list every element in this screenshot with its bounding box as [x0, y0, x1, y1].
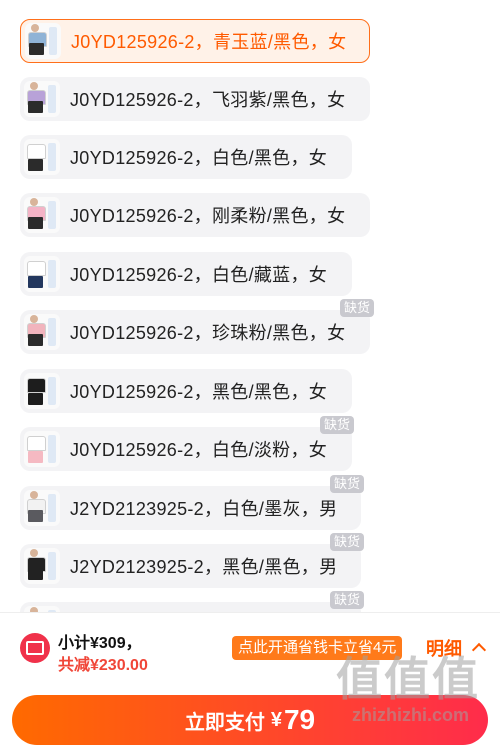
sku-option-label: J2YD2123925-2，黑色/黑色，男	[70, 557, 338, 577]
product-thumbnail	[24, 373, 60, 409]
out-of-stock-badge: 缺货	[330, 591, 365, 609]
product-thumbnail	[24, 197, 60, 233]
sku-option[interactable]: J2YD2123925-2，黑色/黑色，男	[20, 544, 361, 588]
out-of-stock-badge: 缺货	[340, 299, 375, 317]
sku-option[interactable]	[20, 602, 361, 612]
sku-option[interactable]: J0YD125926-2，青玉蓝/黑色，女	[20, 19, 370, 63]
sku-option-label: J0YD125926-2，珍珠粉/黑色，女	[70, 323, 346, 343]
pay-amount: 79	[283, 704, 316, 735]
checkout-footer: 小计¥309， 共减¥230.00 点此开通省钱卡立省4元 明细 立即支付 ¥ …	[0, 612, 500, 745]
product-thumbnail	[24, 314, 60, 350]
sku-option[interactable]: J0YD125926-2，刚柔粉/黑色，女	[20, 193, 370, 237]
sku-option[interactable]: J0YD125926-2，白色/藏蓝，女	[20, 252, 352, 296]
sku-option[interactable]: J2YD2123925-2，白色/墨灰，男	[20, 486, 361, 530]
out-of-stock-badge: 缺货	[330, 533, 365, 551]
sku-option-label: J2YD2123925-2，白色/墨灰，男	[70, 499, 338, 519]
sku-option[interactable]: J0YD125926-2，白色/黑色，女	[20, 135, 352, 179]
sku-option-label: J0YD125926-2，白色/淡粉，女	[70, 440, 328, 460]
sku-option[interactable]: J0YD125926-2，珍珠粉/黑色，女	[20, 310, 370, 354]
pay-currency: ¥	[270, 708, 282, 731]
subtotal-text: 小计¥309，	[58, 635, 142, 652]
watermark-url: zhizhizhi.com	[352, 705, 469, 725]
sku-option[interactable]: J0YD125926-2，黑色/黑色，女	[20, 369, 352, 413]
product-thumbnail	[24, 548, 60, 584]
discount-text: 共减¥230.00	[58, 657, 148, 674]
product-thumbnail	[24, 81, 60, 117]
product-thumbnail	[25, 23, 61, 59]
watermark-chars: 值值值	[336, 653, 480, 705]
sku-option-label: J0YD125926-2，青玉蓝/黑色，女	[71, 32, 347, 52]
sku-option-label: J0YD125926-2，黑色/黑色，女	[70, 382, 328, 402]
sku-option-list: J0YD125926-2，青玉蓝/黑色，女 J0YD125926-2，飞羽紫/黑色…	[0, 0, 500, 612]
sku-option[interactable]: J0YD125926-2，飞羽紫/黑色，女	[20, 77, 370, 121]
sku-option-label: J0YD125926-2，白色/藏蓝，女	[70, 265, 328, 285]
coupon-icon	[20, 633, 50, 663]
out-of-stock-badge: 缺货	[320, 416, 355, 434]
product-thumbnail	[24, 431, 60, 467]
sku-option-label: J0YD125926-2，飞羽紫/黑色，女	[70, 90, 346, 110]
sku-option-label: J0YD125926-2，刚柔粉/黑色，女	[70, 206, 346, 226]
product-thumbnail	[24, 139, 60, 175]
product-thumbnail	[24, 490, 60, 526]
pay-now-label: 立即支付	[184, 711, 265, 734]
sku-option-label: J0YD125926-2，白色/黑色，女	[70, 148, 328, 168]
watermark-logo: 值值值 zhizhizhi.com	[336, 643, 480, 725]
product-thumbnail	[24, 256, 60, 292]
out-of-stock-badge: 缺货	[330, 475, 365, 493]
sku-option[interactable]: J0YD125926-2，白色/淡粉，女	[20, 427, 352, 471]
